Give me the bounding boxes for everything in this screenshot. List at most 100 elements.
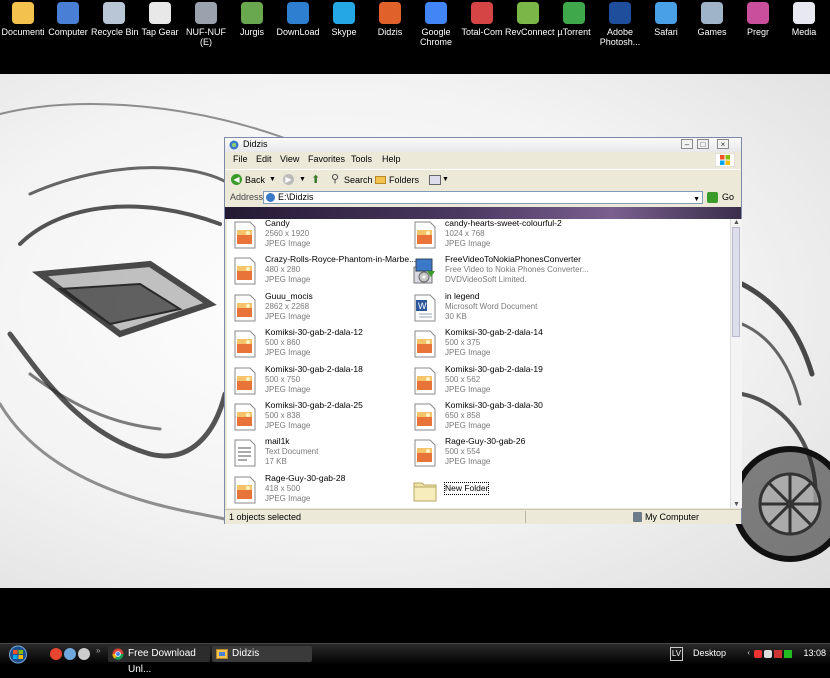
- desktop-shortcut[interactable]: NUF-NUF (E): [183, 2, 229, 47]
- file-item[interactable]: Candy 2560 x 1920 JPEG Image: [227, 219, 402, 252]
- file-detail: 650 x 858: [445, 411, 481, 420]
- file-item[interactable]: mail1k Text Document 17 KB: [227, 436, 402, 470]
- menu-favorites[interactable]: Favorites: [308, 154, 345, 164]
- file-type: JPEG Image: [265, 348, 311, 358]
- menu-help[interactable]: Help: [382, 154, 401, 164]
- desktop-shortcut[interactable]: Jurgis: [229, 2, 275, 37]
- task-button-explorer[interactable]: Didzis: [212, 646, 312, 662]
- forward-dropdown-icon[interactable]: ▼: [299, 173, 306, 187]
- file-item[interactable]: Guuu_mocis 2862 x 2268 JPEG Image: [227, 291, 402, 325]
- desktop-shortcut[interactable]: RevConnect: [505, 2, 555, 37]
- file-detail: 500 x 562: [445, 374, 481, 384]
- tray-expand-icon[interactable]: ‹: [747, 648, 750, 657]
- desktop-shortcut[interactable]: Adobe Photosh...: [597, 2, 643, 47]
- photoshop-icon: [609, 2, 631, 24]
- file-item[interactable]: Komiksi-30-gab-2-dala-12 500 x 860 JPEG Im…: [227, 327, 402, 361]
- views-dropdown-icon[interactable]: ▼: [442, 173, 449, 187]
- computer-icon: [57, 2, 79, 24]
- file-detail: 500 x 554: [445, 447, 481, 457]
- back-button[interactable]: ◀ Back: [231, 173, 265, 187]
- desktop-shortcut[interactable]: Recycle Bin: [91, 2, 139, 37]
- file-detail: Microsoft Word Document: [445, 301, 538, 311]
- desktop-shortcut[interactable]: Media: [781, 2, 827, 37]
- quicklaunch-media-icon[interactable]: [50, 648, 62, 660]
- scroll-up-icon[interactable]: ▲: [733, 219, 740, 226]
- desktop-icon-dock: Documenti Computer Recycle Bin Tap Gear NUF-…: [0, 0, 830, 74]
- desktop-shortcut[interactable]: µTorrent: [551, 2, 597, 37]
- address-dropdown-icon[interactable]: ▼: [693, 194, 700, 205]
- file-item[interactable]: Rage-Guy-30-gab-26 500 x 554 JPEG Image: [407, 436, 582, 470]
- task-button-browser[interactable]: Free Download Unl...: [108, 646, 210, 675]
- file-item[interactable]: Komiksi-30-gab-2-dala-14 500 x 375 JPEG Im…: [407, 327, 582, 361]
- desktop-shortcut[interactable]: Safari: [643, 2, 689, 37]
- search-button[interactable]: ⚲ Search: [331, 173, 373, 187]
- close-button[interactable]: ×: [717, 139, 729, 149]
- up-folder-icon[interactable]: ⬆: [311, 173, 320, 187]
- desktop-shortcut[interactable]: Documenti: [0, 2, 46, 37]
- file-detail: 2862 x 2268: [265, 301, 310, 311]
- file-item[interactable]: candy-hearts-sweet-colourful-2 1024 x 768…: [407, 219, 582, 252]
- back-dropdown-icon[interactable]: ▼: [269, 173, 276, 187]
- desktop-toolbar-label[interactable]: Desktop: [693, 648, 726, 658]
- search-label: Search: [344, 175, 373, 185]
- quicklaunch-browser-icon[interactable]: [64, 648, 76, 660]
- folders-button[interactable]: Folders: [375, 173, 419, 187]
- file-name: mail1k: [265, 436, 290, 447]
- go-button[interactable]: Go: [707, 191, 737, 204]
- menu-view[interactable]: View: [280, 154, 299, 164]
- desktop-shortcut[interactable]: Tap Gear: [137, 2, 183, 37]
- scroll-thumb[interactable]: [732, 227, 740, 337]
- desktop-shortcut-label: DownLoad: [276, 27, 320, 37]
- file-item[interactable]: Win legend Microsoft Word Document 30 KB: [407, 291, 582, 325]
- minimize-button[interactable]: –: [681, 139, 693, 149]
- desktop-shortcut-label-line2: Photosh...: [599, 37, 641, 47]
- address-input[interactable]: E:\Didzis ▼: [263, 191, 703, 204]
- views-icon[interactable]: [429, 175, 441, 185]
- scroll-down-icon[interactable]: ▼: [733, 501, 740, 508]
- quicklaunch-overflow-icon[interactable]: »: [96, 646, 100, 655]
- file-name: Crazy-Rolls-Royce-Phantom-in-Marbe...: [265, 254, 417, 265]
- address-label: Address: [230, 192, 264, 202]
- tray-app-icon[interactable]: [754, 650, 762, 658]
- desktop-shortcut[interactable]: Skype: [321, 2, 367, 37]
- desktop-shortcut[interactable]: DownLoad: [275, 2, 321, 37]
- menu-tools[interactable]: Tools: [351, 154, 372, 164]
- quicklaunch-player-icon[interactable]: [78, 648, 90, 660]
- forward-button[interactable]: ▶: [283, 174, 294, 185]
- menu-edit[interactable]: Edit: [256, 154, 272, 164]
- file-detail: Free Video to Nokia Phones Converter...: [445, 265, 589, 275]
- file-item[interactable]: Komiksi-30-gab-2-dala-18 500 x 750 JPEG Im…: [227, 364, 402, 398]
- tray-app-icon[interactable]: [764, 650, 772, 658]
- file-item[interactable]: Crazy-Rolls-Royce-Phantom-in-Marbe... 480…: [227, 254, 416, 288]
- language-indicator[interactable]: LV: [670, 647, 683, 661]
- start-button[interactable]: [4, 645, 32, 664]
- status-selection: 1 objects selected: [229, 512, 302, 522]
- desktop-shortcut[interactable]: Games: [689, 2, 735, 37]
- file-item[interactable]: Komiksi-30-gab-3-dala-30 650 x 858 JPEG Im…: [407, 400, 582, 434]
- file-item[interactable]: Komiksi-30-gab-2-dala-19 500 x 562 JPEG Im…: [407, 364, 582, 398]
- desktop-shortcut[interactable]: Pregr: [735, 2, 781, 37]
- menu-file[interactable]: File: [233, 154, 248, 164]
- desktop-shortcut[interactable]: Computer: [45, 2, 91, 37]
- file-item[interactable]: Rage-Guy-30-gab-28 418 x 500 JPEG Image: [227, 473, 402, 507]
- file-item[interactable]: New Folder: [407, 473, 582, 507]
- desktop-shortcut[interactable]: Total-Com: [459, 2, 505, 37]
- tray-network-icon[interactable]: [784, 650, 792, 658]
- chrome-icon: [112, 648, 124, 660]
- tray-flag-icon[interactable]: [774, 650, 782, 658]
- folders-label: Folders: [389, 175, 420, 185]
- file-item[interactable]: Komiksi-30-gab-2-dala-25 500 x 838 JPEG Im…: [227, 400, 402, 434]
- file-item[interactable]: FreeVideoToNokiaPhonesConverter Free Vide…: [407, 254, 589, 288]
- title-bar[interactable]: Didzis – □ ×: [225, 138, 741, 152]
- desktop-shortcut[interactable]: Didzis: [367, 2, 413, 37]
- folder-icon: [413, 476, 437, 504]
- clock[interactable]: 13:08: [803, 648, 826, 658]
- vertical-scrollbar[interactable]: ▲ ▼: [730, 219, 742, 508]
- desktop-shortcut-label: RevConnect: [505, 27, 555, 37]
- maximize-button[interactable]: □: [697, 139, 709, 149]
- desktop-shortcut-label: Computer: [48, 27, 88, 37]
- jpeg-image-icon: [233, 294, 257, 322]
- desktop-shortcut[interactable]: Google Chrome: [413, 2, 459, 47]
- tap-gear-icon: [149, 2, 171, 24]
- status-zone-label: My Computer: [645, 512, 700, 522]
